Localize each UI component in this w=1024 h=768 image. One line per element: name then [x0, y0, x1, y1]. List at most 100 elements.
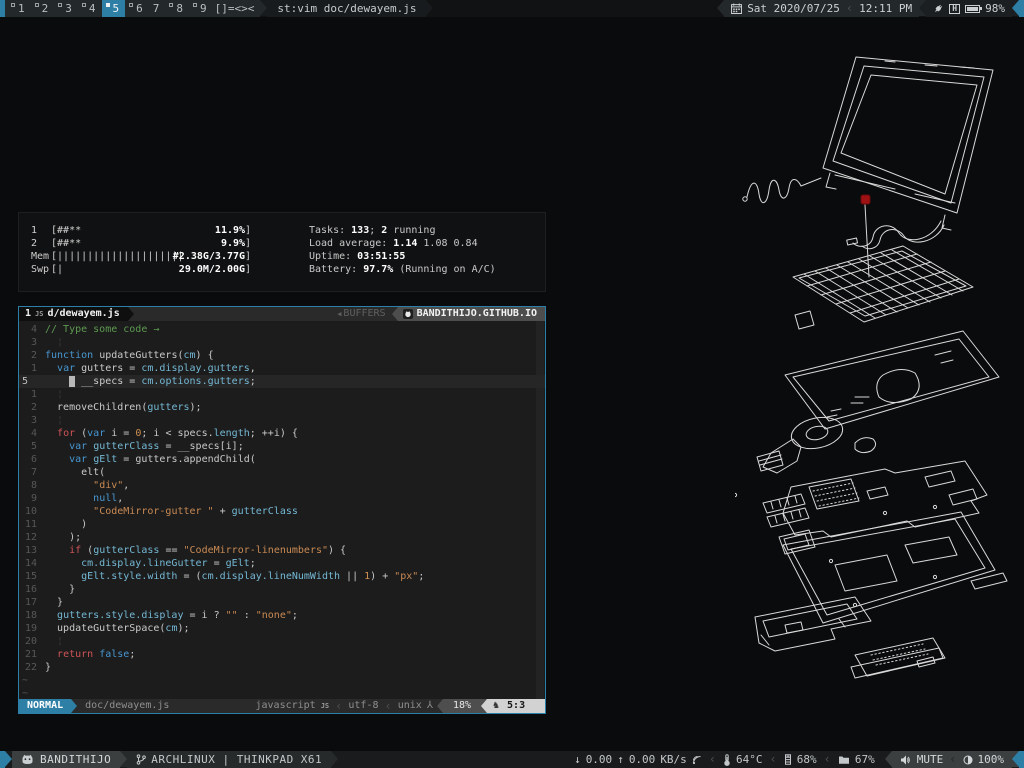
- workspace-tag-8[interactable]: 8: [165, 0, 189, 17]
- layout-symbol[interactable]: []=<><: [213, 0, 261, 17]
- javascript-filetype-icon: JS: [321, 699, 329, 713]
- pony-icon: ♞: [493, 699, 499, 713]
- time-text: 12:11 PM: [859, 0, 912, 17]
- encoding-text: utf-8: [348, 699, 378, 713]
- code-line: 1 var gutters = cm.display.gutters,: [19, 362, 545, 375]
- code-line: 21 return false;: [19, 648, 545, 661]
- workspace-tag-9[interactable]: 9: [189, 0, 213, 17]
- current-code-line: 5 __specs = cm.options.gutters;: [19, 375, 545, 388]
- tag-indicator: [129, 3, 133, 7]
- date-text: Sat 2020/07/25: [747, 0, 840, 17]
- code-line: 13 if (gutterClass == "CodeMirror-linenu…: [19, 544, 545, 557]
- cursor-position: 5:3: [507, 699, 525, 713]
- line-number: 11: [19, 518, 45, 531]
- line-number: 5: [19, 375, 45, 388]
- code-line: 1 ¦: [19, 388, 545, 401]
- line-number: 1: [19, 362, 45, 375]
- line-number: 6: [19, 453, 45, 466]
- system-info-row: Tasks: 133; 2 running: [309, 224, 496, 237]
- fileformat-icon: ⅄: [427, 699, 433, 713]
- powerline-cap: [1012, 0, 1019, 16]
- workspace-tag-7[interactable]: 7: [149, 0, 166, 17]
- chevron-separator-icon: ‹: [948, 751, 957, 768]
- code-area[interactable]: 4// Type some code →3 ¦2function updateG…: [19, 321, 545, 699]
- desktop: 123456789 []=<>< st:vim doc/dewayem.js S…: [0, 0, 1024, 768]
- powerline-separator: [426, 0, 433, 16]
- tag-indicator: [193, 3, 197, 7]
- topbar-spacer: [433, 0, 717, 17]
- powerline-cap: [5, 751, 12, 767]
- workspace-tag-4[interactable]: 4: [78, 0, 102, 17]
- net-down-value: 0.00: [586, 751, 613, 768]
- workspace-tag-5[interactable]: 5: [102, 0, 126, 17]
- octocat-icon: [21, 754, 34, 765]
- upload-arrow-icon: ↑: [617, 751, 624, 768]
- code-line: 9 null,: [19, 492, 545, 505]
- active-buffer-tab[interactable]: 1 JS d/dewayem.js: [19, 307, 128, 321]
- net-unit: KB/s: [660, 751, 687, 768]
- buffer-name: d/dewayem.js: [47, 307, 119, 321]
- workspace-tag-1[interactable]: 1: [7, 0, 31, 17]
- temperature-stat: 64°C: [717, 751, 769, 768]
- system-info-row: Load average: 1.14 1.08 0.84: [309, 237, 496, 250]
- empty-line-tilde: ~: [19, 674, 45, 687]
- workspace-tag-3[interactable]: 3: [54, 0, 78, 17]
- line-number: 16: [19, 583, 45, 596]
- workspace-tag-6[interactable]: 6: [125, 0, 149, 17]
- workspace-tag-2[interactable]: 2: [31, 0, 55, 17]
- meter-swp: Swp[|29.0M/2.00G]: [31, 263, 283, 276]
- buffer-number: 1: [25, 307, 31, 321]
- line-number: 15: [19, 570, 45, 583]
- statusline-filename: doc/dewayem.js: [77, 699, 177, 713]
- powerline-separator: [260, 0, 267, 16]
- bottombar-spacer: [338, 751, 568, 768]
- system-info: Tasks: 133; 2 runningLoad average: 1.14 …: [309, 224, 496, 280]
- vim-tabline: 1 JS d/dewayem.js ◀ BUFFERS BANDITHIJO.G…: [19, 307, 545, 321]
- code-line: 7 elt(: [19, 466, 545, 479]
- powerline-cap: [1012, 751, 1019, 767]
- system-label: ARCHLINUX | THINKPAD X61: [151, 751, 322, 768]
- user-segment: BANDITHIJO: [12, 751, 120, 768]
- line-number: 3: [19, 336, 45, 349]
- code-line: ~: [19, 674, 545, 687]
- system-segment: ARCHLINUX | THINKPAD X61: [127, 751, 331, 768]
- mode-indicator: NORMAL: [19, 699, 71, 713]
- volume-status: MUTE: [917, 751, 944, 768]
- system-monitor-window[interactable]: 1[##**11.9%]2[##**9.9%]Mem[|||||||||||||…: [18, 212, 546, 292]
- thermometer-icon: [723, 754, 731, 766]
- line-number: 22: [19, 661, 45, 674]
- ac-plug-icon: [933, 3, 944, 14]
- powerline-separator: [885, 751, 892, 767]
- vim-editor-window[interactable]: 1 JS d/dewayem.js ◀ BUFFERS BANDITHIJO.G…: [18, 306, 546, 714]
- chevron-separator-icon: ‹: [845, 0, 854, 17]
- meter-1: 1[##**11.9%]: [31, 224, 283, 237]
- focused-window-title: st:vim doc/dewayem.js: [267, 0, 426, 17]
- system-info-row: Battery: 97.7% (Running on A/C): [309, 263, 496, 276]
- statusline-fileinfo: javascript JS ‹ utf-8 ‹ unix ⅄: [256, 699, 437, 713]
- line-number: 9: [19, 492, 45, 505]
- line-number: 4: [19, 323, 45, 336]
- hibernate-icon: H: [949, 4, 960, 14]
- line-number: 1: [19, 388, 45, 401]
- cursor-position-segment: ♞ 5:3: [487, 699, 545, 713]
- ram-value: 68%: [797, 751, 817, 768]
- download-arrow-icon: ↓: [574, 751, 581, 768]
- ram-stat: 68%: [778, 751, 823, 768]
- line-number: 21: [19, 648, 45, 661]
- filetype-text: javascript: [256, 699, 316, 713]
- code-line: 3 ¦: [19, 336, 545, 349]
- fileformat-text: unix: [398, 699, 422, 713]
- code-line: 12 );: [19, 531, 545, 544]
- code-line: 3 ¦: [19, 414, 545, 427]
- scroll-percent: 18%: [443, 699, 481, 713]
- top-status-bar: 123456789 []=<>< st:vim doc/dewayem.js S…: [0, 0, 1024, 17]
- empty-line-tilde: ~: [19, 687, 45, 699]
- code-line: 22}: [19, 661, 545, 674]
- javascript-filetype-icon: JS: [35, 307, 43, 321]
- powerline-separator: [120, 751, 127, 767]
- chevron-separator-icon: ‹: [334, 699, 343, 713]
- powerline-separator: [331, 751, 338, 767]
- git-branch-icon: [136, 754, 146, 765]
- code-line: 17 }: [19, 596, 545, 609]
- line-number: 10: [19, 505, 45, 518]
